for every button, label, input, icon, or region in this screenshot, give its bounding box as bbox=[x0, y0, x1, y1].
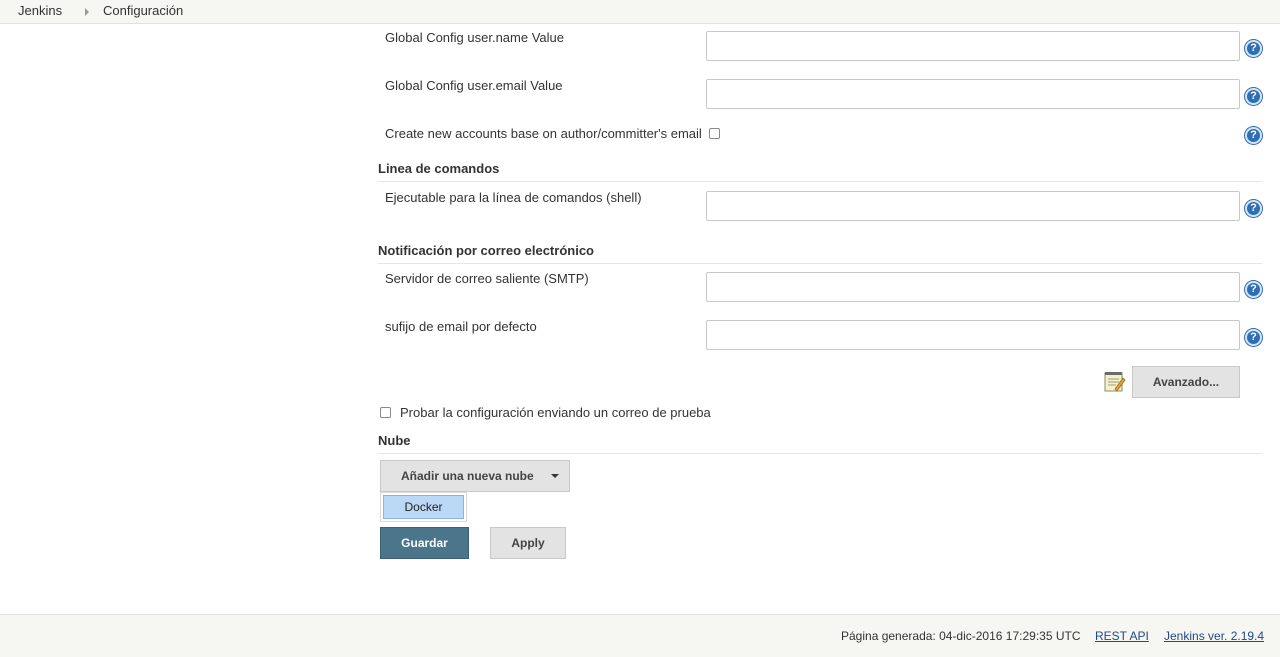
help-icon[interactable]: ? bbox=[1245, 88, 1262, 105]
breadcrumb-jenkins[interactable]: Jenkins bbox=[18, 3, 62, 18]
save-button[interactable]: Guardar bbox=[380, 527, 469, 559]
git-user-name-input[interactable] bbox=[706, 31, 1240, 61]
help-icon[interactable]: ? bbox=[1245, 200, 1262, 217]
jenkins-version-link[interactable]: Jenkins ver. 2.19.4 bbox=[1164, 629, 1264, 643]
create-accounts-checkbox[interactable] bbox=[709, 128, 720, 139]
section-divider bbox=[378, 263, 1262, 264]
footer: Página generada: 04-dic-2016 17:29:35 UT… bbox=[0, 614, 1280, 657]
help-icon[interactable]: ? bbox=[1245, 40, 1262, 57]
add-cloud-menu: Docker bbox=[380, 492, 467, 522]
page-generated-text: Página generada: 04-dic-2016 17:29:35 UT… bbox=[841, 629, 1081, 643]
help-icon[interactable]: ? bbox=[1245, 281, 1262, 298]
git-user-email-label: Global Config user.email Value bbox=[385, 78, 563, 93]
breadcrumb: Jenkins Configuración bbox=[0, 0, 1280, 24]
help-icon[interactable]: ? bbox=[1245, 329, 1262, 346]
section-divider bbox=[378, 453, 1262, 454]
help-icon[interactable]: ? bbox=[1245, 127, 1262, 144]
test-email-label: Probar la configuración enviando un corr… bbox=[400, 405, 711, 420]
section-title-email: Notificación por correo electrónico bbox=[378, 243, 594, 258]
breadcrumb-separator-icon bbox=[85, 8, 89, 16]
section-divider bbox=[378, 181, 1262, 182]
section-title-cloud: Nube bbox=[378, 433, 411, 448]
add-cloud-button[interactable]: Añadir una nueva nube bbox=[380, 460, 570, 492]
caret-down-icon bbox=[551, 474, 559, 478]
smtp-input[interactable] bbox=[706, 272, 1240, 302]
rest-api-link[interactable]: REST API bbox=[1095, 629, 1149, 643]
git-user-email-input[interactable] bbox=[706, 79, 1240, 109]
shell-exec-label: Ejecutable para la línea de comandos (sh… bbox=[385, 190, 642, 205]
create-accounts-label: Create new accounts base on author/commi… bbox=[385, 126, 702, 141]
email-suffix-input[interactable] bbox=[706, 320, 1240, 350]
shell-exec-input[interactable] bbox=[706, 191, 1240, 221]
breadcrumb-configuracion[interactable]: Configuración bbox=[103, 3, 183, 18]
advanced-button[interactable]: Avanzado... bbox=[1132, 366, 1240, 398]
email-suffix-label: sufijo de email por defecto bbox=[385, 319, 537, 334]
apply-button[interactable]: Apply bbox=[490, 527, 566, 559]
test-email-checkbox[interactable] bbox=[380, 407, 391, 418]
menu-item-docker[interactable]: Docker bbox=[383, 495, 464, 519]
git-user-name-label: Global Config user.name Value bbox=[385, 30, 564, 45]
section-title-shell: Linea de comandos bbox=[378, 161, 500, 176]
notepad-icon bbox=[1104, 372, 1126, 392]
smtp-label: Servidor de correo saliente (SMTP) bbox=[385, 271, 589, 286]
add-cloud-button-label: Añadir una nueva nube bbox=[401, 469, 534, 483]
